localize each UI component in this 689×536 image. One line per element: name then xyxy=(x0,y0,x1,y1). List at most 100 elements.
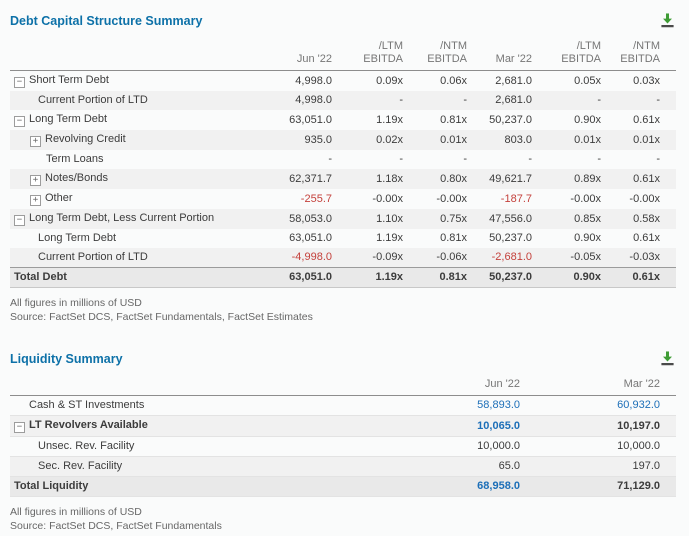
value-cell: 1.18x xyxy=(336,169,407,189)
value-cell: 0.09x xyxy=(336,71,407,92)
column-header-line1: /LTM xyxy=(540,40,601,53)
row-label-cell: −LT Revolvers Available xyxy=(10,416,324,437)
value-cell: -0.00x xyxy=(605,189,676,209)
row-label: Cash & ST Investments xyxy=(29,399,144,411)
row-label: Term Loans xyxy=(46,153,103,165)
table-row: Cash & ST Investments 58,893.060,932.0 xyxy=(10,396,676,416)
table-row: −LT Revolvers Available10,065.010,197.0 xyxy=(10,416,676,437)
row-label-cell: +Other xyxy=(10,189,262,209)
row-label: Current Portion of LTD xyxy=(38,94,148,106)
column-header: Mar '22 xyxy=(471,38,536,71)
expand-icon[interactable]: + xyxy=(30,175,41,186)
liquidity-section: Liquidity Summary Jun '22 Mar '22 Cash & … xyxy=(0,338,689,533)
expand-icon[interactable]: + xyxy=(30,195,41,206)
column-header-line2: Jun '22 xyxy=(266,53,332,66)
row-label: Unsec. Rev. Facility xyxy=(38,440,134,452)
value-cell: 0.61x xyxy=(605,268,676,288)
table-row: −Long Term Debt63,051.01.19x0.81x50,237.… xyxy=(10,110,676,130)
expand-icon[interactable]: + xyxy=(30,136,41,147)
column-header-line2: EBITDA xyxy=(540,53,601,66)
section-header: Liquidity Summary xyxy=(10,338,676,376)
value-cell: -4,998.0 xyxy=(262,248,336,268)
row-label-cell: + Notes/Bonds xyxy=(10,169,262,189)
value-cell: - xyxy=(536,150,605,169)
row-label: Notes/Bonds xyxy=(45,172,108,184)
value-cell: -0.00x xyxy=(407,189,471,209)
footnote-units: All figures in millions of USD xyxy=(10,296,676,310)
column-header-line2: EBITDA xyxy=(340,53,403,66)
value-cell: -255.7 xyxy=(262,189,336,209)
value-cell: - xyxy=(407,150,471,169)
value-cell: 10,197.0 xyxy=(524,416,676,437)
column-header: Mar '22 xyxy=(524,376,676,396)
value-cell: - xyxy=(262,150,336,169)
download-icon xyxy=(660,351,675,366)
download-button[interactable] xyxy=(659,12,676,29)
value-cell: 1.19x xyxy=(336,110,407,130)
row-label-cell: −Short Term Debt xyxy=(10,71,262,92)
value-cell: 0.01x xyxy=(407,130,471,150)
table-row: +Revolving Credit935.00.02x0.01x803.00.0… xyxy=(10,130,676,150)
column-header-line2: EBITDA xyxy=(411,53,467,66)
row-label: Short Term Debt xyxy=(29,74,109,86)
column-header: Jun '22 xyxy=(324,376,524,396)
value-cell: 2,681.0 xyxy=(471,71,536,92)
value-cell: - xyxy=(336,150,407,169)
value-cell[interactable]: 60,932.0 xyxy=(524,396,676,416)
row-label-cell: Sec. Rev. Facility xyxy=(10,457,324,477)
column-header: Jun '22 xyxy=(262,38,336,71)
value-cell: 50,237.0 xyxy=(471,268,536,288)
value-cell: - xyxy=(336,91,407,110)
value-cell: 71,129.0 xyxy=(524,477,676,497)
table-row: Unsec. Rev. Facility10,000.010,000.0 xyxy=(10,437,676,457)
row-label: Total Debt xyxy=(14,271,67,283)
table-row: Current Portion of LTD4,998.0--2,681.0-- xyxy=(10,91,676,110)
value-cell: 50,237.0 xyxy=(471,229,536,248)
liquidity-footnotes: All figures in millions of USD Source: F… xyxy=(10,505,676,533)
row-label-cell: +Revolving Credit xyxy=(10,130,262,150)
row-label-cell: Total Liquidity xyxy=(10,477,324,497)
row-label: Long Term Debt xyxy=(29,113,107,125)
value-cell: 0.02x xyxy=(336,130,407,150)
value-cell: 47,556.0 xyxy=(471,209,536,229)
value-cell: - xyxy=(605,150,676,169)
row-label: Long Term Debt xyxy=(38,232,116,244)
value-cell: 63,051.0 xyxy=(262,110,336,130)
value-cell: - xyxy=(407,91,471,110)
value-cell: 0.85x xyxy=(536,209,605,229)
collapse-icon[interactable]: − xyxy=(14,215,25,226)
value-cell: -0.03x xyxy=(605,248,676,268)
value-cell: -187.7 xyxy=(471,189,536,209)
row-label-cell: Term Loans xyxy=(10,150,262,169)
debt-table: Jun '22/LTMEBITDA/NTMEBITDAMar '22/LTMEB… xyxy=(10,38,676,288)
download-button[interactable] xyxy=(659,350,676,367)
row-label-cell: Long Term Debt xyxy=(10,229,262,248)
value-cell: 4,998.0 xyxy=(262,71,336,92)
table-row: Total Debt63,051.01.19x0.81x50,237.00.90… xyxy=(10,268,676,288)
page-title: Debt Capital Structure Summary xyxy=(10,14,202,28)
row-label: Long Term Debt, Less Current Portion xyxy=(29,212,214,224)
collapse-icon[interactable]: − xyxy=(14,77,25,88)
value-cell: 58,053.0 xyxy=(262,209,336,229)
row-label: Current Portion of LTD xyxy=(38,251,148,263)
column-header-line1: /NTM xyxy=(411,40,467,53)
column-header-line2: Mar '22 xyxy=(528,378,660,391)
value-cell: 0.58x xyxy=(605,209,676,229)
table-row: −Long Term Debt, Less Current Portion 58,… xyxy=(10,209,676,229)
column-header-line2: Jun '22 xyxy=(328,378,520,391)
value-cell[interactable]: 10,065.0 xyxy=(324,416,524,437)
row-label-cell: Current Portion of LTD xyxy=(10,91,262,110)
value-cell: 0.75x xyxy=(407,209,471,229)
value-cell: 10,000.0 xyxy=(324,437,524,457)
value-cell[interactable]: 68,958.0 xyxy=(324,477,524,497)
value-cell: - xyxy=(536,91,605,110)
row-label-cell: Unsec. Rev. Facility xyxy=(10,437,324,457)
table-row: Current Portion of LTD-4,998.0-0.09x-0.0… xyxy=(10,248,676,268)
row-label-cell: −Long Term Debt xyxy=(10,110,262,130)
collapse-icon[interactable]: − xyxy=(14,422,25,433)
collapse-icon[interactable]: − xyxy=(14,116,25,127)
value-cell[interactable]: 58,893.0 xyxy=(324,396,524,416)
value-cell: 0.61x xyxy=(605,110,676,130)
value-cell: 0.90x xyxy=(536,110,605,130)
value-cell: 935.0 xyxy=(262,130,336,150)
